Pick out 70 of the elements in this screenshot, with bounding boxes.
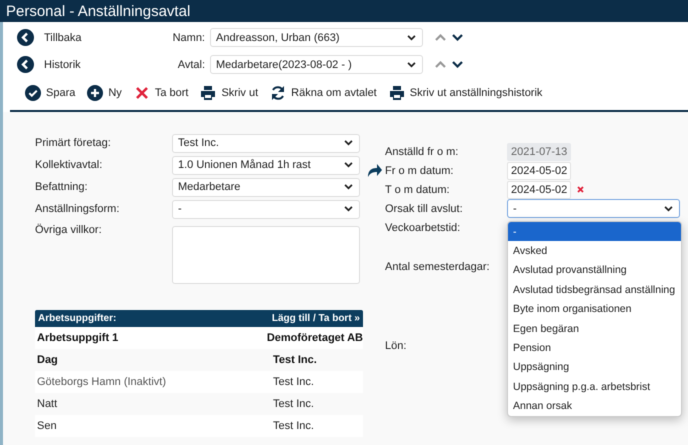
caret-icon [344,184,353,190]
toolbar-button[interactable]: Ny [87,85,122,101]
field-label: Orsak till avslut: [385,202,464,214]
dropdown-option[interactable]: Avsked [508,241,681,261]
toolbar-button[interactable]: Spara [25,85,76,101]
table-title: Arbetsuppgifter: [38,313,116,324]
select-field[interactable]: - [172,200,360,218]
dropdown-option[interactable]: Byte inom organisationen [508,300,681,319]
select-field[interactable]: Andreasson, Urban (663) [210,28,423,47]
dropdown-option[interactable]: Avslutad provanställning [508,260,681,280]
printer-icon [200,85,216,101]
table-cell: Test Inc. [273,354,317,366]
select-field[interactable]: Test Inc. [172,134,360,152]
dropdown-option[interactable]: Uppsägning [508,358,681,378]
plus-icon [87,85,104,101]
forward-arrow-icon[interactable] [366,162,383,178]
dropdown-option[interactable]: Pension [508,338,681,358]
select-field[interactable]: 1.0 Unionen Månad 1h rast [172,156,360,174]
field-label: Befattning: [35,181,89,193]
field-label: Veckoarbetstid: [385,222,462,234]
table-cell-text: Sen [37,420,58,432]
check-icon [25,85,41,101]
caret-icon [344,162,353,168]
table-cell-text: Dag [37,354,59,366]
table-cell-text: Arbetsuppgift 1 [37,332,120,344]
toolbar-button[interactable]: Skriv ut [200,85,258,101]
caret-icon [664,206,673,212]
dropdown-option[interactable]: - [508,222,681,242]
caret-icon [407,62,416,68]
caret-icon [344,206,353,212]
field-label: Antal semesterdagar: [385,260,491,272]
table-cell-text: Göteborgs Hamn (Inaktivt) [37,376,167,388]
back-link[interactable]: Historik [3,55,143,74]
select-field[interactable]: Medarbetare [172,178,360,196]
toolbar-button[interactable]: Skriv ut anställningshistorik [388,85,542,101]
field-label: Namn: [172,32,206,44]
select-field[interactable]: Medarbetare(2023-08-02 - ) [210,55,423,74]
table-cell: Test Inc. [273,420,314,432]
caret-icon [344,140,353,146]
toolbar-button[interactable]: Räkna om avtalet [270,85,377,101]
field-label: Anställningsform: [35,203,120,215]
date-field: 2021-07-13 [507,142,571,160]
field-label: T o m datum: [385,184,451,196]
select-field[interactable]: - [507,199,680,218]
field-label: Avtal: [176,58,206,70]
dropdown-option[interactable]: Avslutad tidsbegränsad anställning [508,280,681,300]
back-link[interactable]: Tillbaka [3,28,143,47]
clear-icon[interactable] [577,186,584,193]
field-label: Fr o m datum: [385,164,454,176]
window-title: Personal - Anställningsavtal [0,0,688,22]
table-cell-text: Natt [37,398,58,410]
field-label: Primärt företag: [35,137,112,149]
field-label: Lön: [385,340,408,352]
refresh-icon [270,85,286,101]
delete-icon [134,85,150,101]
date-field[interactable]: 2024-05-02 [507,180,571,198]
table-cell: Test Inc. [273,398,314,410]
printer-icon [388,85,405,101]
dropdown-option[interactable]: Uppsägning p.g.a. arbetsbrist [508,377,681,397]
field-label: Övriga villkor: [35,222,103,236]
date-field[interactable]: 2024-05-02 [507,162,571,180]
table-cell: Test Inc. [273,376,314,388]
dropdown-option[interactable]: Egen begäran [508,318,681,338]
caret-icon [407,34,416,40]
dropdown-option[interactable]: Annan orsak [508,396,681,416]
table-cell: Demoföretaget AB [266,332,363,344]
add-remove-link[interactable]: Lägg till / Ta bort » [272,313,360,324]
field-label: Kollektivavtal: [35,159,104,171]
field-label: Anställd fr o m: [385,146,460,158]
toolbar-button[interactable]: Ta bort [134,85,188,101]
